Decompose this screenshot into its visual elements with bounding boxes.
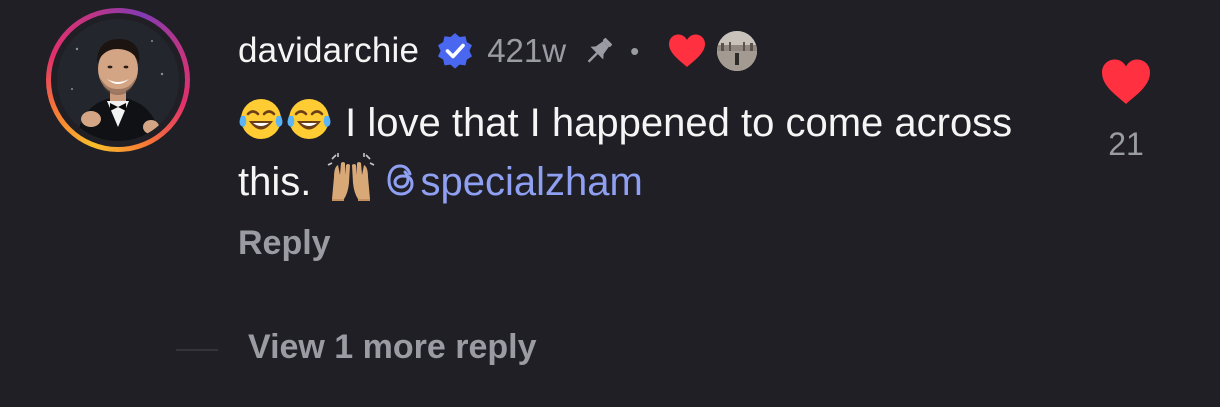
like-count: 21 <box>1108 126 1144 162</box>
pin-icon <box>580 32 618 70</box>
face-with-tears-of-joy-emoji <box>238 96 284 142</box>
thread-connector-line <box>176 349 218 351</box>
timestamp: 421w <box>487 32 567 69</box>
mention-username[interactable]: specialzham <box>420 160 642 204</box>
view-more-replies-button[interactable]: View 1 more reply <box>248 328 537 367</box>
separator-dot: • <box>630 35 640 66</box>
face-with-tears-of-joy-emoji <box>286 96 332 142</box>
heart-icon[interactable] <box>1100 58 1152 106</box>
threads-icon <box>384 158 418 198</box>
reply-button[interactable]: Reply <box>238 224 331 263</box>
verified-badge-icon <box>435 31 475 71</box>
comment-text: I love that I happened to come across th… <box>238 94 1058 212</box>
avatar-image <box>57 19 179 141</box>
creator-heart-icon <box>667 33 707 69</box>
comment-header: davidarchie 421w • <box>238 28 758 74</box>
avatar-ring[interactable] <box>46 8 190 152</box>
username[interactable]: davidarchie <box>238 31 419 71</box>
avatar[interactable] <box>57 19 179 141</box>
mention-link[interactable]: specialzham <box>384 158 643 204</box>
creator-avatar <box>717 31 758 71</box>
raising-hands-emoji <box>326 153 376 201</box>
